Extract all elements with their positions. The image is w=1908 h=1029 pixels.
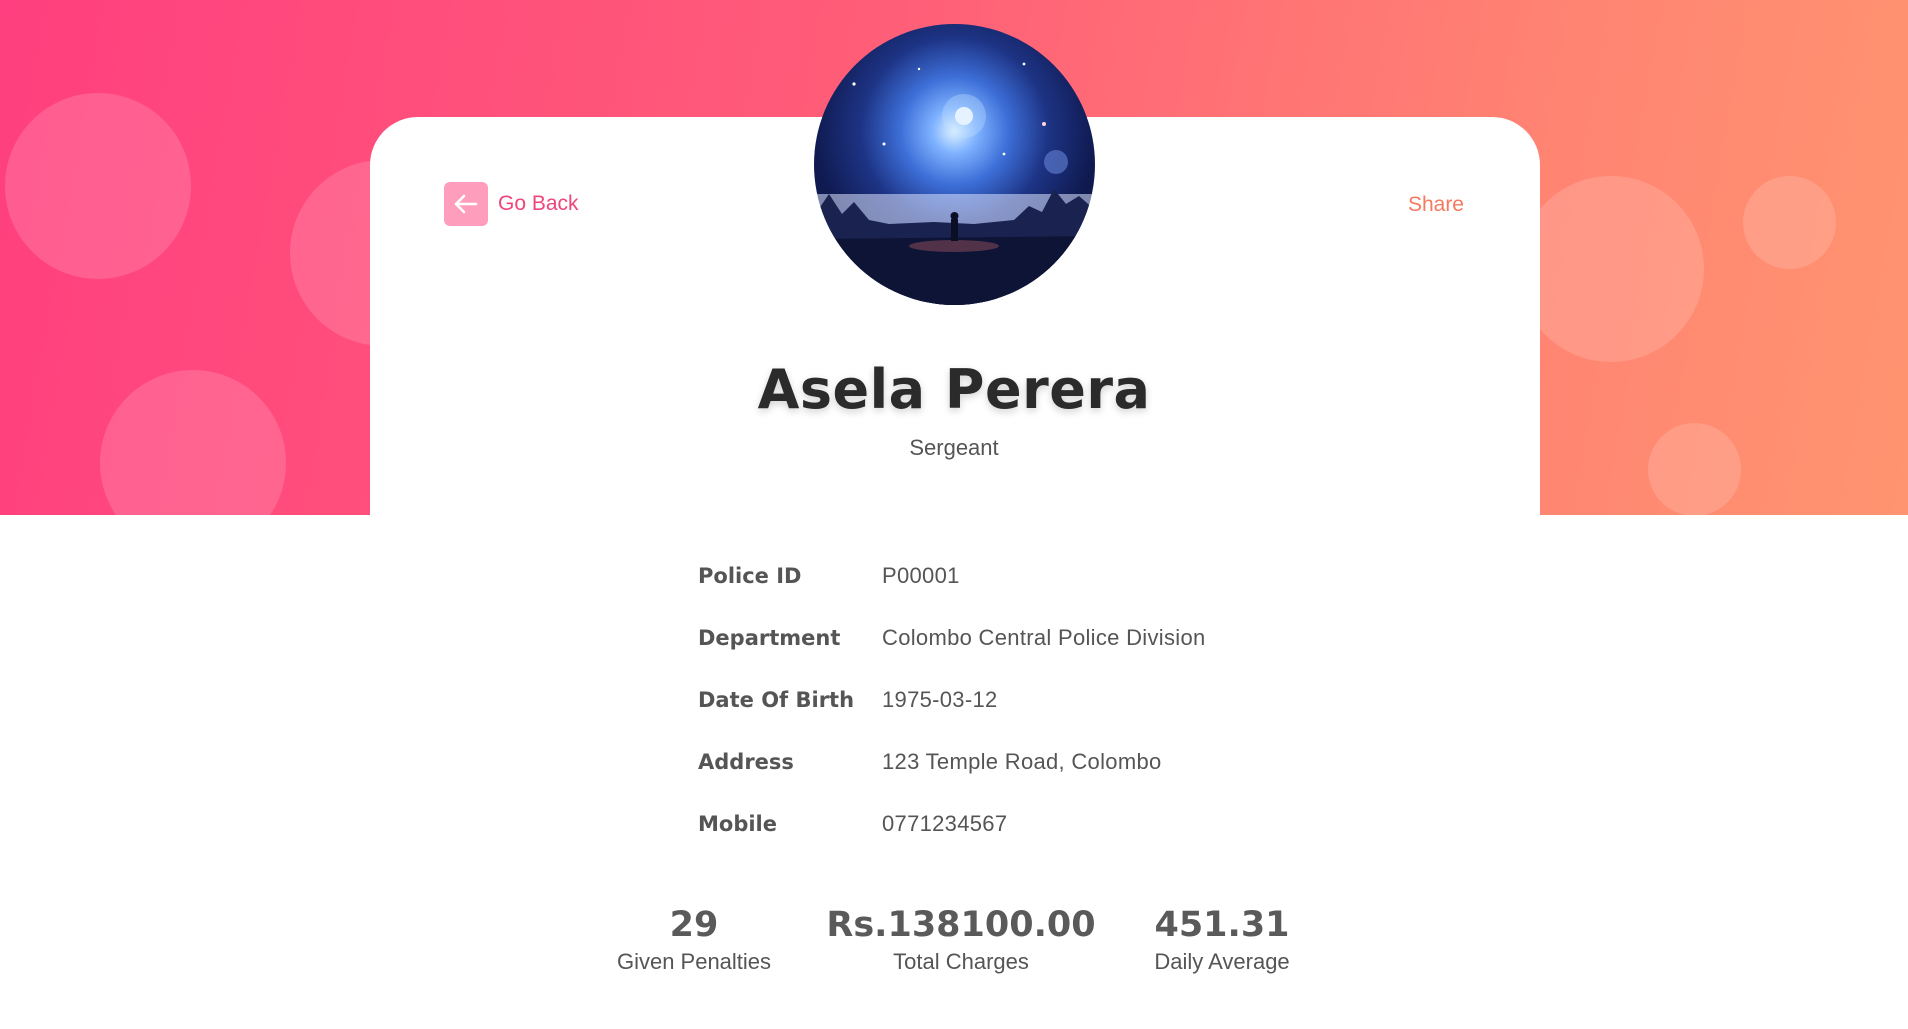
share-button[interactable]: Share [1408,193,1464,217]
detail-value: 1975-03-12 [882,687,998,712]
avatar-space-scene [814,62,1095,305]
profile-avatar [814,24,1095,305]
detail-label: Date Of Birth [698,688,855,712]
stat-label: Daily Average [1154,949,1290,974]
detail-label: Address [698,750,794,774]
officer-rank: Sergeant [909,435,999,460]
detail-value: Colombo Central Police Division [882,625,1206,650]
detail-value: 0771234567 [882,811,1008,836]
detail-label: Police ID [698,564,802,588]
decor-bubble [1518,176,1704,362]
detail-row-address: Address 123 Temple Road, Colombo [698,731,1206,793]
detail-row-department: Department Colombo Central Police Divisi… [698,607,1206,669]
detail-row-dob: Date Of Birth 1975-03-12 [698,669,1206,731]
stat-daily-average: 451.31 Daily Average [1062,903,1382,975]
detail-row-mobile: Mobile 0771234567 [698,793,1206,855]
arrow-left-icon [444,182,488,226]
detail-label: Mobile [698,812,777,836]
detail-value: P00001 [882,563,960,588]
decor-bubble [1743,176,1836,269]
go-back-label: Go Back [498,192,579,215]
stat-value: 451.31 [1154,905,1290,945]
go-back-button[interactable]: Go Back [444,182,579,226]
detail-row-police-id: Police ID P00001 [698,545,1206,607]
details-list: Police ID P00001 Department Colombo Cent… [698,545,1206,855]
detail-value: 123 Temple Road, Colombo [882,749,1162,774]
decor-bubble [5,93,191,279]
officer-name: Asela Perera [757,358,1151,421]
detail-label: Department [698,626,841,650]
